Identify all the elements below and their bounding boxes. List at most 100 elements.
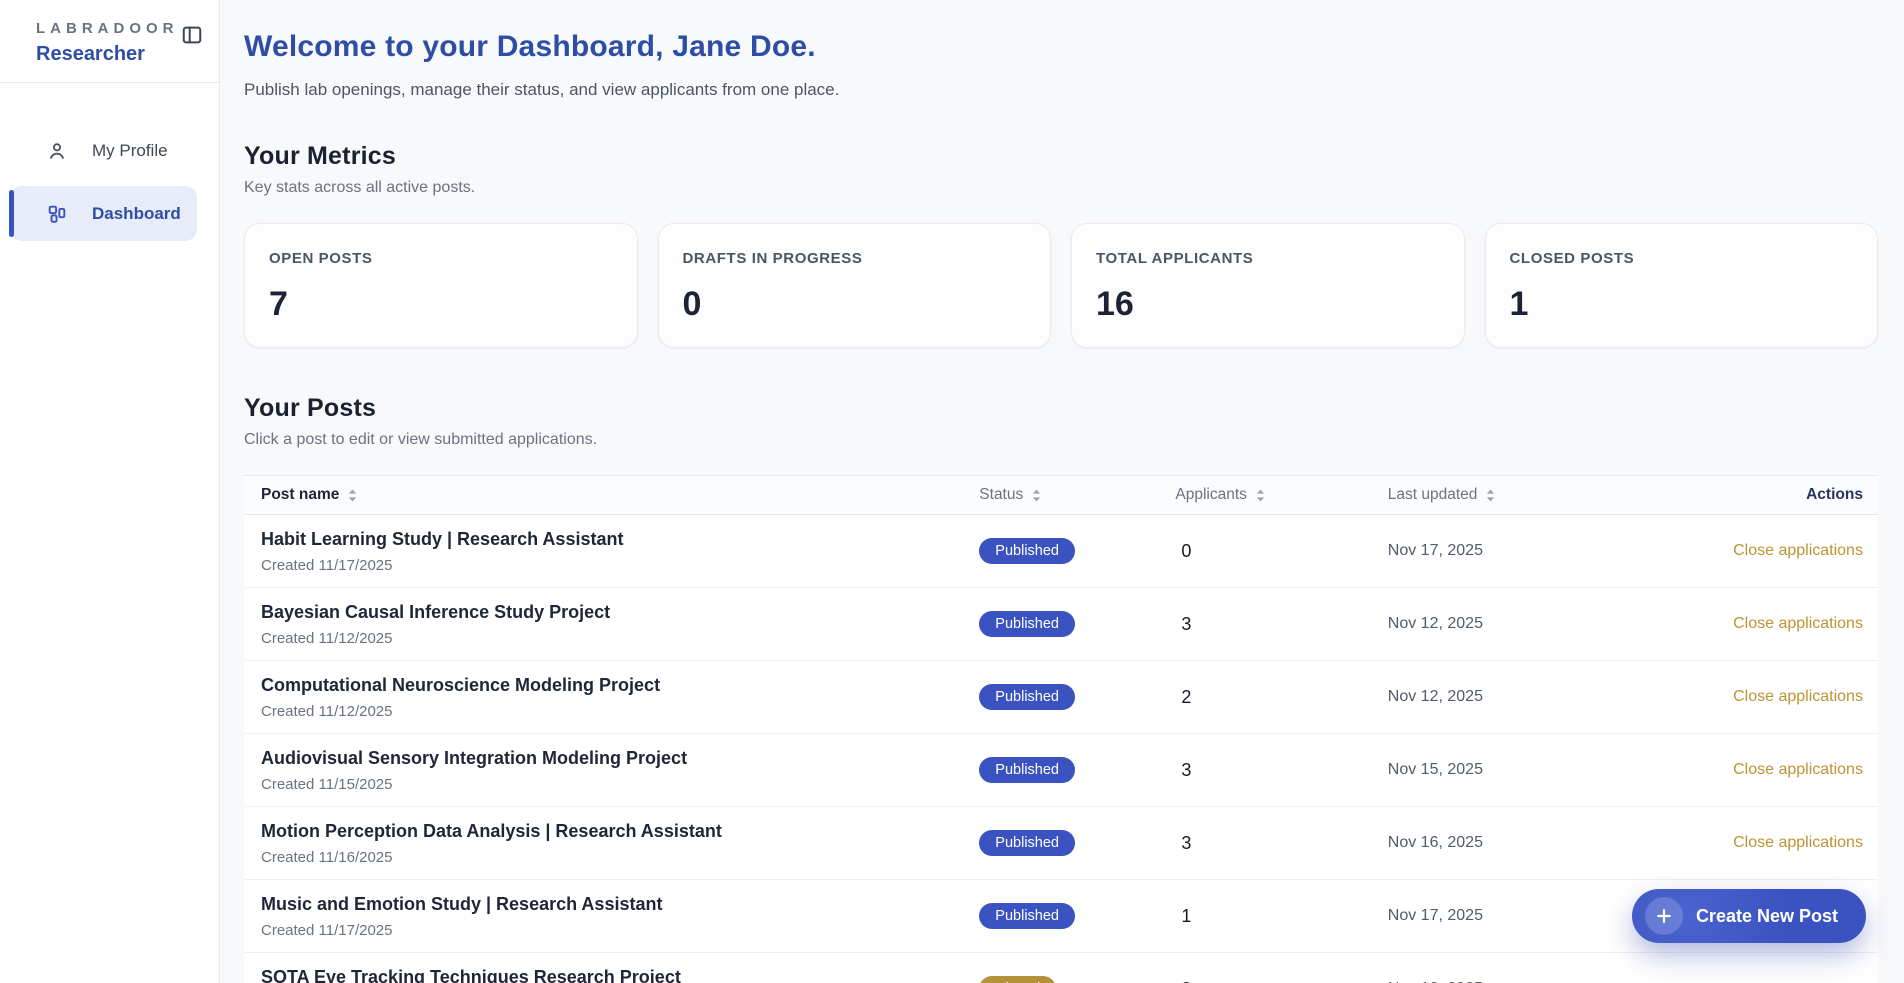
metric-label: CLOSED POSTS [1510,250,1854,267]
post-status-cell: Published [979,903,1175,929]
post-actions-cell: Close applications [1666,615,1878,633]
sidebar-item-label: My Profile [92,141,168,161]
create-new-post-button[interactable]: Create New Post [1632,889,1866,943]
metrics-section: Your Metrics Key stats across all active… [244,142,1878,348]
close-applications-link[interactable]: Close applications [1733,761,1863,778]
logo-subtitle: Researcher [36,43,179,66]
plus-icon [1645,897,1683,935]
metric-card: OPEN POSTS7 [244,223,638,348]
post-status-cell: Published [979,684,1175,710]
column-header-label: Post name [261,486,339,504]
sort-icon [347,489,358,502]
column-header-label: Last updated [1388,486,1478,504]
metrics-section-title: Your Metrics [244,142,1878,171]
post-name-cell: Music and Emotion Study | Research Assis… [244,894,979,939]
post-applicants-count: 2 [1175,979,1387,983]
post-status-cell: Published [979,757,1175,783]
metric-card: CLOSED POSTS1 [1485,223,1879,348]
post-title: Music and Emotion Study | Research Assis… [261,894,979,915]
create-new-post-label: Create New Post [1696,906,1838,927]
post-title: SOTA Eye Tracking Techniques Research Pr… [261,967,979,983]
main-content: Welcome to your Dashboard, Jane Doe. Pub… [220,0,1904,983]
metric-cards: OPEN POSTS7DRAFTS IN PROGRESS0TOTAL APPL… [244,223,1878,348]
post-actions-cell: Close applications [1666,834,1878,852]
post-applicants-count: 0 [1175,541,1387,562]
dashboard-icon [46,203,68,225]
status-badge: Published [979,538,1075,564]
sidebar-item-my-profile[interactable]: My Profile [10,123,197,178]
post-last-updated: Nov 12, 2025 [1388,688,1666,706]
sidebar-divider [0,82,219,83]
status-badge: Published [979,757,1075,783]
sidebar-collapse-button[interactable] [179,22,205,51]
post-status-cell: Published [979,538,1175,564]
column-header-label: Status [979,486,1023,504]
post-actions-cell: Close applications [1666,688,1878,706]
post-last-updated: Nov 17, 2025 [1388,907,1666,925]
close-applications-link[interactable]: Close applications [1733,615,1863,632]
metric-label: TOTAL APPLICANTS [1096,250,1440,267]
post-title: Audiovisual Sensory Integration Modeling… [261,748,979,769]
post-title: Motion Perception Data Analysis | Resear… [261,821,979,842]
post-applicants-count: 3 [1175,614,1387,635]
logo-wordmark: LABRADOOR [36,20,179,37]
post-applicants-count: 2 [1175,687,1387,708]
column-header-applicants[interactable]: Applicants [1175,476,1387,514]
column-header-post-name[interactable]: Post name [244,476,979,514]
post-created-date: Created 11/17/2025 [261,922,979,939]
sort-icon [1255,489,1266,502]
close-applications-link[interactable]: Close applications [1733,542,1863,559]
post-last-updated: Nov 15, 2025 [1388,761,1666,779]
post-row[interactable]: Audiovisual Sensory Integration Modeling… [244,734,1878,807]
column-header-status[interactable]: Status [979,476,1175,514]
post-last-updated: Nov 16, 2025 [1388,834,1666,852]
post-name-cell: Computational Neuroscience Modeling Proj… [244,675,979,720]
post-row[interactable]: Bayesian Causal Inference Study ProjectC… [244,588,1878,661]
posts-table-header: Post name Status ApplicantsLast updated Act… [244,476,1878,515]
post-created-date: Created 11/12/2025 [261,703,979,720]
sidebar-header: LABRADOOR Researcher [0,0,219,82]
posts-section: Your Posts Click a post to edit or view … [244,394,1878,983]
post-status-cell: Closed [979,976,1175,983]
post-applicants-count: 3 [1175,833,1387,854]
user-icon [46,140,68,162]
post-status-cell: Published [979,830,1175,856]
post-row[interactable]: Habit Learning Study | Research Assistan… [244,515,1878,588]
sidebar-nav: My Profile Dashboard [0,123,219,241]
sidebar: LABRADOOR Researcher My Profile Dashboard [0,0,220,983]
post-name-cell: Habit Learning Study | Research Assistan… [244,529,979,574]
post-name-cell: Bayesian Causal Inference Study ProjectC… [244,602,979,647]
metric-value: 7 [269,287,613,321]
posts-section-title: Your Posts [244,394,1878,423]
post-applicants-count: 1 [1175,906,1387,927]
metric-card: TOTAL APPLICANTS16 [1071,223,1465,348]
close-applications-link[interactable]: Close applications [1733,834,1863,851]
status-badge: Published [979,903,1075,929]
status-badge: Closed [979,976,1056,983]
sidebar-item-dashboard[interactable]: Dashboard [10,186,197,241]
column-header-last-updated[interactable]: Last updated [1388,476,1666,514]
post-status-cell: Published [979,611,1175,637]
metric-label: DRAFTS IN PROGRESS [683,250,1027,267]
post-created-date: Created 11/12/2025 [261,630,979,647]
post-title: Computational Neuroscience Modeling Proj… [261,675,979,696]
metrics-section-subtitle: Key stats across all active posts. [244,179,1878,197]
column-header-actions: Actions [1666,476,1878,514]
post-row[interactable]: SOTA Eye Tracking Techniques Research Pr… [244,953,1878,983]
app-root: LABRADOOR Researcher My Profile Dashboard… [0,0,1904,983]
post-last-updated: Nov 12, 2025 [1388,615,1666,633]
close-applications-link[interactable]: Close applications [1733,688,1863,705]
post-actions-cell: Close applications [1666,761,1878,779]
post-created-date: Created 11/16/2025 [261,849,979,866]
post-row[interactable]: Computational Neuroscience Modeling Proj… [244,661,1878,734]
post-applicants-count: 3 [1175,760,1387,781]
post-actions-cell: Close applications [1666,542,1878,560]
metric-card: DRAFTS IN PROGRESS0 [658,223,1052,348]
post-created-date: Created 11/15/2025 [261,776,979,793]
post-name-cell: Audiovisual Sensory Integration Modeling… [244,748,979,793]
status-badge: Published [979,684,1075,710]
logo: LABRADOOR Researcher [36,20,179,66]
post-last-updated: Nov 17, 2025 [1388,542,1666,560]
status-badge: Published [979,830,1075,856]
post-row[interactable]: Motion Perception Data Analysis | Resear… [244,807,1878,880]
